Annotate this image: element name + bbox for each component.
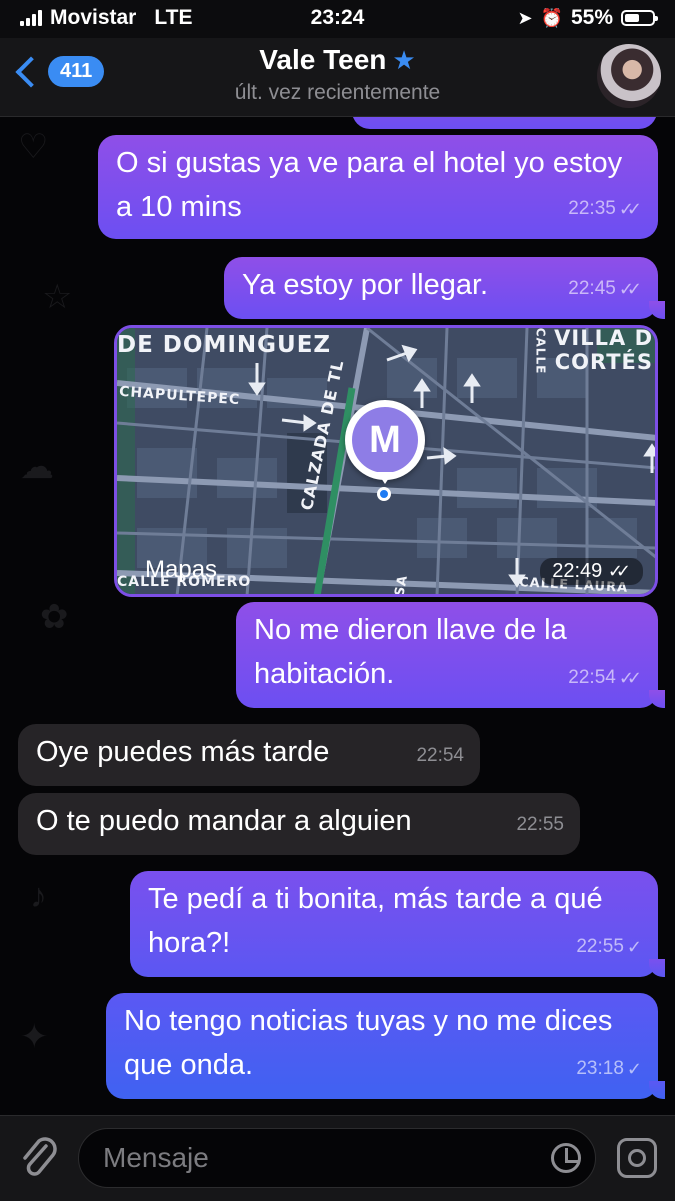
message-time: 22:55 (576, 936, 624, 957)
double-check-icon: ✓✓ (607, 561, 631, 581)
message-input-bar (0, 1115, 675, 1201)
camera-icon[interactable] (617, 1138, 657, 1178)
battery-percent: 55% (570, 6, 613, 29)
message-bubble-clipped (352, 117, 657, 129)
doodle-star-icon: ☆ (42, 278, 73, 316)
doodle-flower-icon: ✿ (40, 598, 69, 636)
map-label: DE DOMINGUEZ (117, 332, 332, 358)
message-time: 22:54 (568, 667, 616, 688)
doodle-note-icon: ♪ (30, 877, 47, 915)
status-right: ➤ ⏰ 55% (517, 6, 658, 30)
double-check-icon: ✓✓ (618, 199, 642, 219)
double-check-icon: ✓✓ (618, 668, 642, 688)
paperclip-icon[interactable] (20, 1136, 58, 1180)
message-time: 22:45 (568, 278, 616, 299)
message-text: Oye puedes más tarde (36, 736, 330, 768)
message-input[interactable] (101, 1141, 525, 1175)
message-meta: 22:55 ✓ (576, 925, 642, 969)
contact-name: Vale Teen (259, 44, 387, 75)
maps-brand: Mapas (145, 556, 217, 584)
message-time: 22:54 (416, 745, 464, 766)
avatar[interactable] (597, 44, 661, 108)
contact-name-row[interactable]: Vale Teen ★ (0, 44, 675, 76)
message-time: 23:18 (576, 1058, 624, 1079)
pin-initial: M (352, 407, 418, 473)
message-text: O si gustas ya ve para el hotel yo estoy… (116, 147, 623, 223)
message-meta: 22:35 ✓✓ (568, 187, 642, 231)
alarm-icon: ⏰ (540, 7, 563, 28)
single-check-icon: ✓ (626, 937, 642, 957)
location-pin: M (345, 400, 425, 484)
doodle-heart-icon: ♡ (18, 128, 49, 166)
message-bubble[interactable]: No tengo noticias tuyas y no me dices qu… (106, 993, 665, 1099)
location-dot (377, 487, 391, 501)
message-text: Te pedí a ti bonita, más tarde a qué hor… (148, 883, 603, 959)
chat-header: 411 Vale Teen ★ últ. vez recientemente (0, 38, 675, 117)
sticker-icon[interactable] (551, 1143, 581, 1173)
message-bubble[interactable]: Te pedí a ti bonita, más tarde a qué hor… (130, 871, 665, 977)
message-meta: 22:54 (416, 734, 464, 778)
map-label: CORTÉS (554, 350, 653, 374)
battery-fill (625, 14, 639, 22)
location-map-message[interactable]: DE DOMINGUEZ VILLA D CORTÉS CALLE CHAPUL… (114, 325, 658, 597)
message-meta: 22:54 ✓✓ (568, 656, 642, 700)
chat-area[interactable]: ♡ ☆ ☁ ✿ ☼ ♪ ✦ O si gustas ya ve para el … (0, 117, 675, 1115)
map-time: 22:49 ✓✓ (540, 558, 643, 585)
message-meta: 23:18 ✓ (576, 1047, 642, 1091)
message-bubble[interactable]: No me dieron llave de la habitación. 22:… (236, 602, 665, 708)
message-bubble[interactable]: O si gustas ya ve para el hotel yo estoy… (98, 135, 658, 239)
message-bubble-incoming[interactable]: Oye puedes más tarde 22:54 (18, 724, 480, 786)
status-bar: Movistar LTE 23:24 ➤ ⏰ 55% (0, 0, 675, 38)
message-bubble[interactable]: Ya estoy por llegar. 22:45 ✓✓ (224, 257, 665, 319)
message-time: 22:49 (552, 560, 603, 582)
message-text: O te puedo mandar a alguien (36, 805, 412, 837)
double-check-icon: ✓✓ (618, 279, 642, 299)
message-text: No me dieron llave de la habitación. (254, 614, 567, 690)
star-icon: ★ (392, 45, 416, 75)
message-text: Ya estoy por llegar. (242, 269, 489, 301)
message-text: No tengo noticias tuyas y no me dices qu… (124, 1005, 613, 1081)
maps-brand-text: Mapas (145, 556, 218, 583)
single-check-icon: ✓ (626, 1059, 642, 1079)
map-label: CALLE (533, 327, 548, 375)
battery-icon (621, 10, 658, 26)
message-field (78, 1128, 596, 1188)
message-bubble-incoming[interactable]: O te puedo mandar a alguien 22:55 (18, 793, 580, 855)
doodle-star-icon: ✦ (20, 1018, 49, 1056)
location-icon: ➤ (517, 7, 533, 28)
map-label: VILLA D (554, 326, 653, 350)
doodle-cloud-icon: ☁ (20, 448, 54, 486)
message-time: 22:35 (568, 198, 616, 219)
message-meta: 22:55 (516, 803, 564, 847)
message-meta: 22:45 ✓✓ (568, 267, 642, 311)
message-time: 22:55 (516, 814, 564, 835)
last-seen-status: últ. vez recientemente (234, 81, 441, 104)
